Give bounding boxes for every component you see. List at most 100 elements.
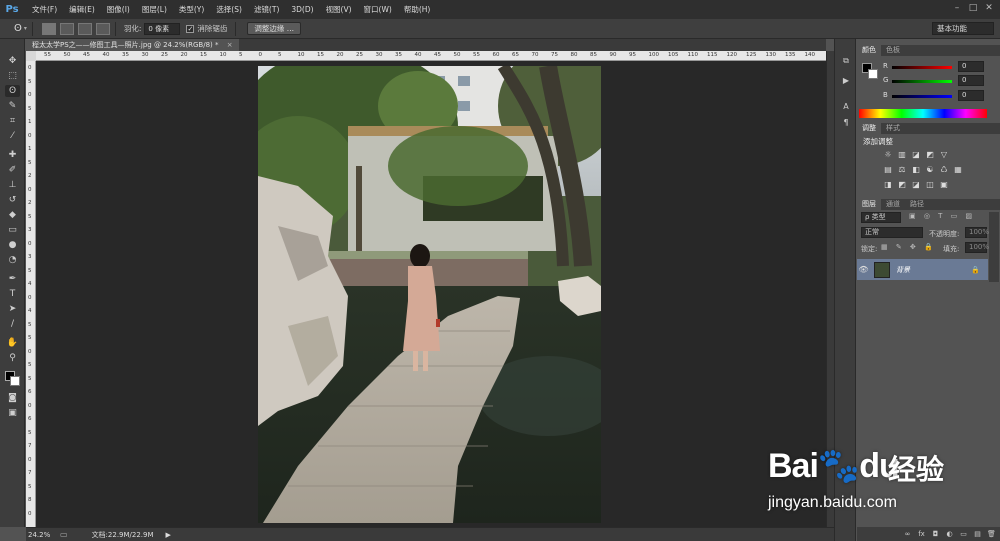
menu-window[interactable]: 窗口(W) bbox=[358, 0, 398, 19]
close-button[interactable]: ✕ bbox=[982, 1, 996, 15]
color-balance-icon[interactable]: ⚖ bbox=[897, 165, 907, 174]
actions-panel-icon[interactable]: ▶ bbox=[839, 75, 853, 87]
history-panel-icon[interactable]: ⧉ bbox=[839, 55, 853, 67]
brush-tool-icon[interactable]: ✐ bbox=[5, 164, 20, 176]
shape-tool-icon[interactable]: / bbox=[5, 318, 20, 330]
menu-image[interactable]: 图像(I) bbox=[101, 0, 136, 19]
intersect-selection-icon[interactable] bbox=[95, 22, 110, 35]
tab-color[interactable]: 颜色 bbox=[857, 45, 881, 56]
menu-filter[interactable]: 滤镜(T) bbox=[248, 0, 285, 19]
layer-row-background[interactable]: 👁 背景 🔒 bbox=[857, 259, 988, 280]
blue-label: B bbox=[883, 91, 888, 99]
zoom-tool-icon[interactable]: ⚲ bbox=[5, 352, 20, 364]
document-tab[interactable]: 程太太学PS之——修图工具—照片.jpg @ 24.2%(RGB/8) * × bbox=[26, 39, 239, 51]
canvas-area[interactable] bbox=[36, 61, 826, 527]
pen-tool-icon[interactable]: ✒ bbox=[5, 273, 20, 285]
ruler-left[interactable]: 0505101520253035404550556065707580 bbox=[26, 61, 36, 527]
subtract-selection-icon[interactable] bbox=[77, 22, 92, 35]
dodge-tool-icon[interactable]: ◔ bbox=[5, 254, 20, 266]
tab-adjustments[interactable]: 调整 bbox=[857, 123, 881, 134]
ruler-top[interactable]: 55 50 45 40 35 30 25 20 15 10 5 0 5 10 15 20 25 30 35 40 45 5… bbox=[36, 51, 826, 61]
feather-input[interactable]: 0 像素 bbox=[144, 22, 181, 35]
menu-layer[interactable]: 图层(L) bbox=[136, 0, 173, 19]
tab-paths[interactable]: 路径 bbox=[905, 199, 929, 210]
blend-mode-select[interactable]: 正常 bbox=[861, 227, 923, 238]
status-menu-arrow[interactable]: ▶ bbox=[166, 531, 171, 539]
hand-tool-icon[interactable]: ✋ bbox=[5, 337, 20, 349]
eyedropper-tool-icon[interactable]: ⁄ bbox=[5, 130, 20, 142]
path-select-tool-icon[interactable]: ➤ bbox=[5, 303, 20, 315]
menu-select[interactable]: 选择(S) bbox=[210, 0, 248, 19]
red-slider[interactable] bbox=[892, 66, 952, 69]
color-spectrum[interactable] bbox=[859, 109, 987, 118]
gradient-tool-icon[interactable]: ▭ bbox=[5, 224, 20, 236]
gradient-map-icon[interactable]: ▣ bbox=[939, 180, 949, 189]
healing-brush-tool-icon[interactable]: ✚ bbox=[5, 149, 20, 161]
minimize-button[interactable]: – bbox=[950, 1, 964, 15]
photo-canvas[interactable] bbox=[258, 66, 601, 523]
workspace-select[interactable]: 基本功能 bbox=[932, 22, 994, 35]
menu-type[interactable]: 类型(Y) bbox=[173, 0, 210, 19]
tab-layers[interactable]: 图层 bbox=[857, 199, 881, 210]
curves-icon[interactable]: ◪ bbox=[911, 150, 921, 159]
selective-color-icon[interactable]: ◫ bbox=[925, 180, 935, 189]
type-tool-icon[interactable]: T bbox=[5, 288, 20, 300]
opacity-input[interactable]: 100% bbox=[965, 227, 989, 238]
photo-filter-icon[interactable]: ☯ bbox=[925, 165, 935, 174]
channel-mixer-icon[interactable]: ♺ bbox=[939, 165, 949, 174]
chevron-down-icon[interactable]: ▾ bbox=[24, 25, 27, 32]
blue-slider[interactable] bbox=[892, 95, 952, 98]
lock-icons[interactable]: ▦ ✎ ✥ 🔒 bbox=[881, 243, 936, 251]
quick-select-tool-icon[interactable]: ✎ bbox=[5, 100, 20, 112]
layer-kind-filter[interactable]: ρ 类型 bbox=[861, 212, 901, 223]
crop-tool-icon[interactable]: ⌗ bbox=[5, 115, 20, 127]
quick-mask-icon[interactable]: ◙ bbox=[5, 392, 20, 404]
menu-3d[interactable]: 3D(D) bbox=[285, 0, 319, 19]
hue-saturation-icon[interactable]: ▤ bbox=[883, 165, 893, 174]
levels-icon[interactable]: ▥ bbox=[897, 150, 907, 159]
menu-help[interactable]: 帮助(H) bbox=[398, 0, 437, 19]
green-value[interactable]: 0 bbox=[958, 75, 984, 86]
new-selection-icon[interactable] bbox=[41, 22, 56, 35]
blur-tool-icon[interactable]: ● bbox=[5, 239, 20, 251]
tab-swatches[interactable]: 色板 bbox=[881, 45, 905, 56]
character-panel-icon[interactable]: A bbox=[839, 101, 853, 113]
background-color-swatch[interactable] bbox=[10, 376, 20, 386]
screen-mode-icon[interactable]: ▣ bbox=[5, 407, 20, 419]
layer-filter-icons[interactable]: ▣ ◎ T ▭ ▨ bbox=[909, 212, 975, 220]
clone-stamp-tool-icon[interactable]: ⊥ bbox=[5, 179, 20, 191]
move-tool-icon[interactable]: ✥ bbox=[5, 55, 20, 67]
black-white-icon[interactable]: ◧ bbox=[911, 165, 921, 174]
lasso-preset-icon[interactable]: ʘ bbox=[14, 23, 22, 34]
history-brush-tool-icon[interactable]: ↺ bbox=[5, 194, 20, 206]
menu-view[interactable]: 视图(V) bbox=[320, 0, 358, 19]
refine-edge-button[interactable]: 调整边缘 ... bbox=[247, 22, 301, 35]
layer-name[interactable]: 背景 bbox=[896, 265, 910, 275]
green-slider[interactable] bbox=[892, 80, 952, 83]
menu-file[interactable]: 文件(F) bbox=[26, 0, 63, 19]
red-value[interactable]: 0 bbox=[958, 61, 984, 72]
add-selection-icon[interactable] bbox=[59, 22, 74, 35]
eraser-tool-icon[interactable]: ◆ bbox=[5, 209, 20, 221]
lasso-tool-icon[interactable]: ʘ bbox=[5, 85, 20, 97]
posterize-icon[interactable]: ◩ bbox=[897, 180, 907, 189]
tab-styles[interactable]: 样式 bbox=[881, 123, 905, 134]
color-lookup-icon[interactable]: ▦ bbox=[953, 165, 963, 174]
maximize-button[interactable]: □ bbox=[966, 1, 980, 15]
marquee-tool-icon[interactable]: ⬚ bbox=[5, 70, 20, 82]
fill-input[interactable]: 100% bbox=[965, 242, 989, 253]
tab-channels[interactable]: 通道 bbox=[881, 199, 905, 210]
close-tab-icon[interactable]: × bbox=[227, 41, 233, 49]
vibrance-icon[interactable]: ▽ bbox=[939, 150, 949, 159]
visibility-eye-icon[interactable]: 👁 bbox=[857, 265, 870, 274]
zoom-level[interactable]: 24.2% bbox=[28, 531, 52, 539]
antialias-checkbox[interactable]: ✓ bbox=[186, 24, 195, 33]
menu-edit[interactable]: 编辑(E) bbox=[63, 0, 101, 19]
blue-value[interactable]: 0 bbox=[958, 90, 984, 101]
invert-icon[interactable]: ◨ bbox=[883, 180, 893, 189]
threshold-icon[interactable]: ◪ bbox=[911, 180, 921, 189]
exposure-icon[interactable]: ◩ bbox=[925, 150, 935, 159]
brightness-icon[interactable]: ☼ bbox=[883, 150, 893, 159]
layers-scrollbar[interactable] bbox=[989, 212, 999, 282]
paragraph-panel-icon[interactable]: ¶ bbox=[839, 117, 853, 129]
